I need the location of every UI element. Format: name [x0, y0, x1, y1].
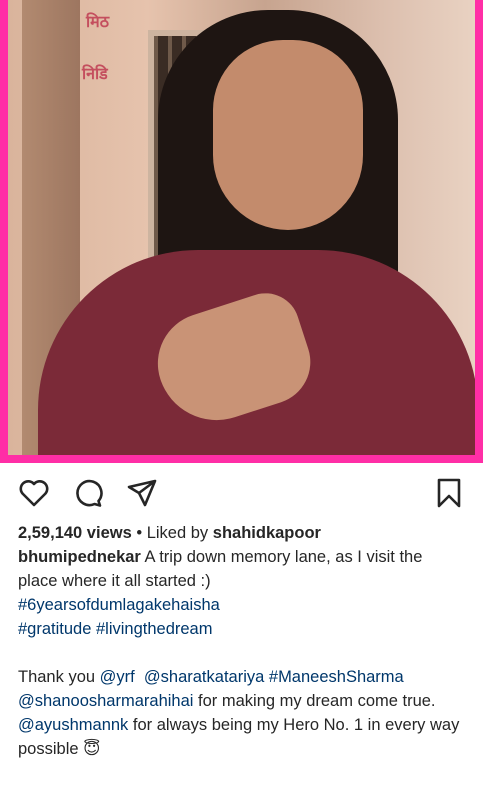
caption-thanks: Thank you @yrf @sharatkatariya #ManeeshS…: [18, 665, 465, 761]
post-actions-bar: [0, 463, 483, 521]
hashtag[interactable]: #6yearsofdumlagakehaisha: [18, 596, 220, 614]
mention[interactable]: @shanoosharmarahihai: [18, 692, 193, 710]
mention[interactable]: @yrf: [100, 668, 135, 686]
liked-by-user[interactable]: shahidkapoor: [213, 524, 321, 542]
caption-text: Thank you: [18, 668, 100, 686]
views-count[interactable]: 2,59,140 views: [18, 524, 132, 542]
caption-text: for making my dream come true.: [193, 692, 436, 710]
share-icon[interactable]: [126, 477, 158, 509]
comment-icon[interactable]: [72, 477, 104, 509]
separator: •: [131, 524, 147, 542]
caption: bhumipednekar A trip down memory lane, a…: [18, 545, 465, 641]
hashtag[interactable]: #ManeeshSharma: [269, 668, 404, 686]
person-face: [213, 40, 363, 230]
heart-icon[interactable]: [18, 477, 50, 509]
post-meta: 2,59,140 views • Liked by shahidkapoor b…: [0, 521, 483, 761]
wall-writing: मिठ: [86, 14, 110, 31]
bookmark-icon[interactable]: [433, 477, 465, 509]
liked-by-prefix: Liked by: [146, 524, 213, 542]
views-line: 2,59,140 views • Liked by shahidkapoor: [18, 521, 465, 545]
wall-writing: निडि: [82, 66, 108, 83]
author-username[interactable]: bhumipednekar: [18, 548, 141, 566]
hashtag[interactable]: #gratitude: [18, 620, 91, 638]
post-video[interactable]: मिठ निडि: [8, 0, 475, 455]
hashtag[interactable]: #livingthedream: [96, 620, 212, 638]
mention[interactable]: @sharatkatariya: [144, 668, 264, 686]
mention[interactable]: @ayushmannk: [18, 716, 128, 734]
emoji-halo-icon: 😇: [83, 740, 101, 758]
post-media-frame[interactable]: मिठ निडि: [0, 0, 483, 463]
